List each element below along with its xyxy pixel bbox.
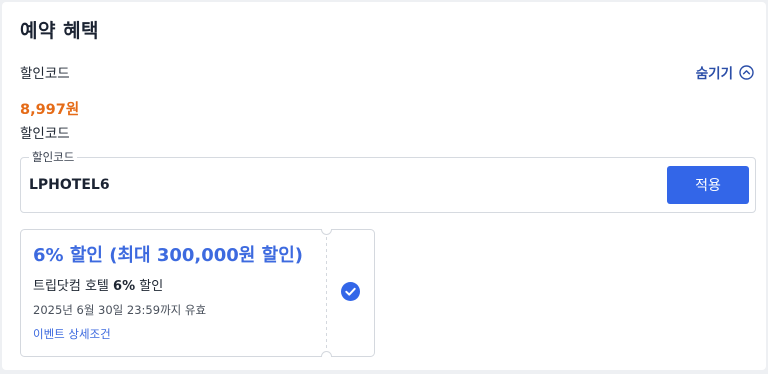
coupon-description-prefix: 트립닷컴 호텔 — [33, 279, 114, 294]
coupon-validity: 2025년 6월 30일 23:59까지 유효 — [33, 303, 207, 317]
coupon-description-suffix: 할인 — [135, 279, 164, 294]
booking-benefits-panel: 예약 혜택 할인코드 숨기기 8,997원 할인코드 할인코드 적용 6% 할인… — [2, 2, 766, 370]
discount-amount-label: 할인코드 — [20, 126, 70, 142]
chevron-up-circle-icon — [739, 64, 754, 80]
section-title: 예약 혜택 — [20, 20, 100, 42]
hide-toggle-label: 숨기기 — [695, 66, 733, 82]
coupon-terms-link[interactable]: 이벤트 상세조건 — [33, 326, 111, 342]
coupon-title: 6% 할인 (최대 300,000원 할인) — [33, 245, 303, 266]
check-circle-icon[interactable] — [340, 281, 361, 302]
coupon-description: 트립닷컴 호텔 6% 할인 — [33, 275, 163, 294]
discount-code-field-label: 할인코드 — [29, 150, 78, 164]
discount-code-input[interactable] — [29, 174, 649, 196]
coupon-card[interactable]: 6% 할인 (최대 300,000원 할인) 트립닷컴 호텔 6% 할인 202… — [20, 229, 375, 357]
apply-button[interactable]: 적용 — [667, 166, 749, 204]
hide-toggle-button[interactable]: 숨기기 — [696, 62, 754, 82]
discount-code-heading: 할인코드 — [20, 66, 70, 82]
discount-code-field: 할인코드 적용 — [20, 150, 756, 213]
coupon-description-rate: 6% — [113, 279, 136, 294]
discount-amount: 8,997원 — [20, 102, 80, 118]
